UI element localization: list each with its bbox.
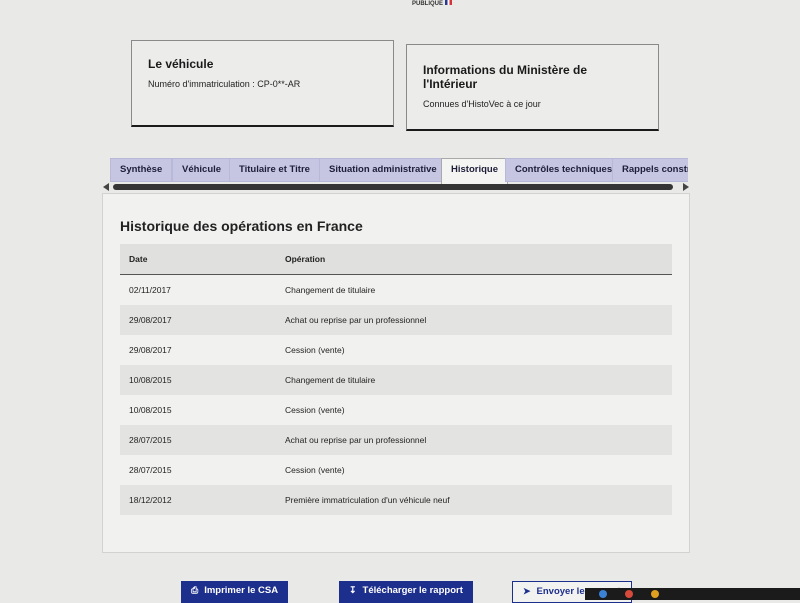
ministry-card: Informations du Ministère de l'Intérieur… (406, 44, 659, 131)
ministry-card-subtitle: Connues d'HistoVec à ce jour (423, 99, 541, 109)
table-header: Date Opération (120, 244, 672, 274)
tab-synthese[interactable]: Synthèse (110, 158, 173, 182)
logo: PUBLIQUE (412, 0, 453, 7)
cell-date: 28/07/2015 (129, 464, 172, 475)
tab-controles-techniques[interactable]: Contrôles techniques (505, 158, 623, 182)
taskbar-app-icon[interactable] (625, 590, 633, 598)
cell-date: 02/11/2017 (129, 284, 171, 295)
vehicle-card: Le véhicule Numéro d'immatriculation : C… (131, 40, 394, 127)
taskbar-app-icon[interactable] (651, 590, 659, 598)
taskbar-app-icon[interactable] (599, 590, 607, 598)
cell-date: 29/08/2017 (129, 314, 172, 325)
cell-operation: Cession (vente) (285, 404, 345, 415)
scroll-left-icon[interactable] (103, 183, 109, 191)
table-row: 29/08/2017 Achat ou reprise par un profes… (120, 304, 672, 335)
column-header-date: Date (129, 253, 148, 264)
plate-number: Numéro d'immatriculation : CP-0**-AR (148, 79, 301, 89)
print-icon: ⎙ (191, 585, 199, 595)
cell-operation: Achat ou reprise par un professionnel (285, 434, 427, 445)
cell-operation: Cession (vente) (285, 344, 345, 355)
tab-rappels-constructeur[interactable]: Rappels constructeur (612, 158, 688, 182)
tab-vehicule[interactable]: Véhicule (172, 158, 232, 182)
table-row: 10/08/2015 Cession (vente) (120, 394, 672, 425)
table-row: 02/11/2017 Changement de titulaire (120, 274, 672, 305)
flag-icon (445, 0, 453, 5)
table-row: 10/08/2015 Changement de titulaire (120, 364, 672, 395)
cell-operation: Première immatriculation d'un véhicule n… (285, 494, 450, 505)
table-row: 18/12/2012 Première immatriculation d'un … (120, 484, 672, 515)
cell-date: 28/07/2015 (129, 434, 172, 445)
tab-bar: Synthèse Véhicule Titulaire et Titre Sit… (110, 158, 688, 184)
table-row: 29/08/2017 Cession (vente) (120, 334, 672, 365)
cell-operation: Changement de titulaire (285, 374, 376, 385)
cell-date: 18/12/2012 (129, 494, 172, 505)
scroll-right-icon[interactable] (683, 183, 689, 191)
cell-operation: Achat ou reprise par un professionnel (285, 314, 427, 325)
vehicle-card-title: Le véhicule (148, 57, 214, 71)
tab-scrollbar[interactable] (103, 183, 689, 192)
download-icon: ↧ (349, 585, 357, 595)
history-table: Date Opération 02/11/2017 Changement de t… (120, 244, 672, 515)
cell-operation: Cession (vente) (285, 464, 345, 475)
scroll-thumb[interactable] (113, 184, 673, 190)
cell-date: 10/08/2015 (129, 374, 172, 385)
ministry-card-title: Informations du Ministère de l'Intérieur (423, 63, 588, 91)
history-title: Historique des opérations en France (120, 218, 363, 234)
column-header-operation: Opération (285, 253, 326, 264)
tab-historique[interactable]: Historique (441, 158, 508, 184)
tab-titulaire[interactable]: Titulaire et Titre (229, 158, 320, 182)
cell-operation: Changement de titulaire (285, 284, 376, 295)
os-taskbar (585, 588, 800, 600)
table-row: 28/07/2015 Cession (vente) (120, 454, 672, 485)
cell-date: 10/08/2015 (129, 404, 172, 415)
tab-situation-administrative[interactable]: Situation administrative (319, 158, 447, 182)
table-row: 28/07/2015 Achat ou reprise par un profes… (120, 424, 672, 455)
send-icon: ➤ (523, 586, 531, 596)
history-panel: Historique des opérations en France Date… (102, 193, 690, 553)
cell-date: 29/08/2017 (129, 344, 172, 355)
